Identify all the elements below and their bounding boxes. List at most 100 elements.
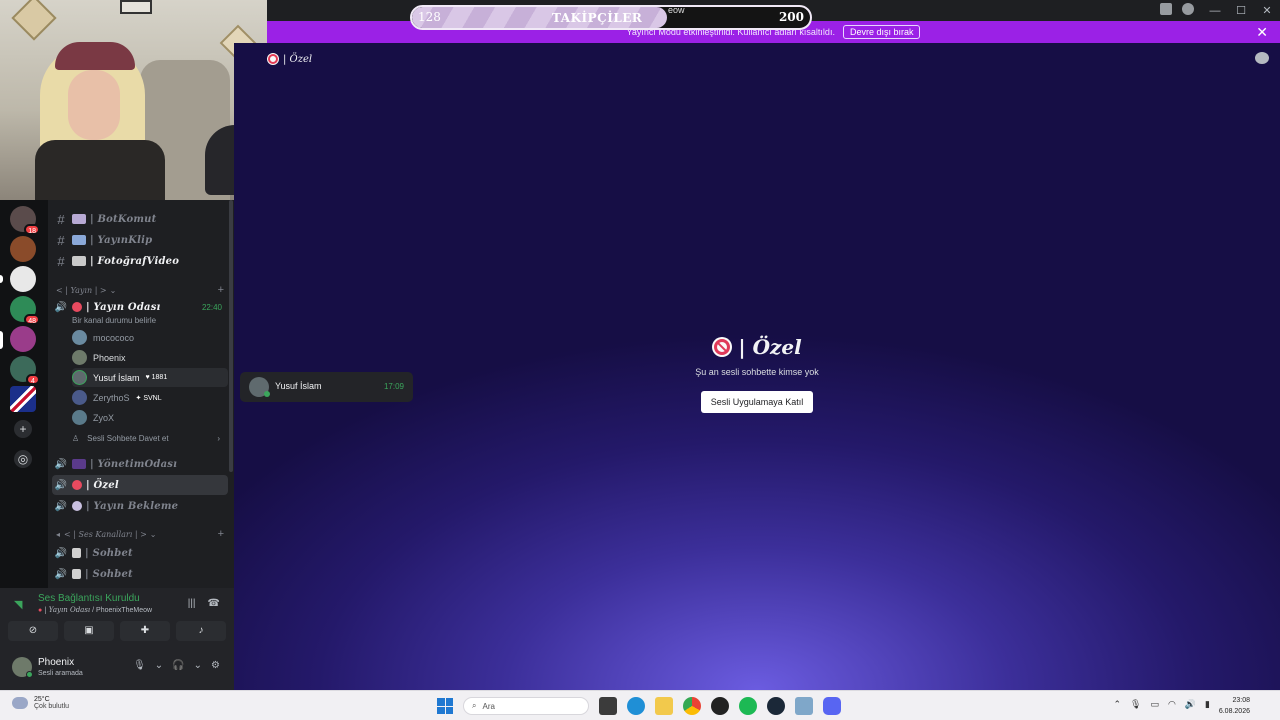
close-icon[interactable]: ✕ (1256, 24, 1268, 41)
obs-icon[interactable] (711, 697, 729, 715)
hash-icon: # (57, 211, 65, 227)
join-voice-button[interactable]: Sesli Uygulamaya Katıl (700, 391, 814, 413)
invite-to-voice[interactable]: ♙ Sesli Sohbete Davet et › (72, 430, 228, 446)
chevron-down-icon[interactable]: ⌄ (194, 660, 202, 671)
hover-card-time: 17:09 (383, 382, 404, 391)
voice-channel-yayin-odasi[interactable]: 🔊 | Yayın Odası 22:40 (52, 297, 228, 317)
battery-icon[interactable]: ▮ (1205, 699, 1210, 710)
voice-channel[interactable]: 🔊 | Sohbet (52, 543, 228, 563)
voice-status[interactable]: Ses Bağlantısı Kuruldu (38, 593, 140, 604)
chevron-up-icon[interactable]: ⌃ (1113, 699, 1121, 710)
disconnect-icon[interactable]: ☎ (208, 598, 220, 609)
help-icon[interactable] (1182, 3, 1194, 15)
discord-icon[interactable] (823, 697, 841, 715)
uk-flag-server-icon[interactable] (10, 386, 36, 412)
chevron-right-icon: › (217, 433, 220, 443)
text-channel[interactable]: # | FotoğrafVideo (52, 251, 228, 271)
voice-user[interactable]: mocococo (72, 328, 228, 347)
voice-user[interactable]: Phoenix (72, 348, 228, 367)
category-yayin[interactable]: < | Yayın | > ⌄ + (56, 282, 228, 298)
server-icon[interactable]: 4 (10, 356, 40, 385)
taskbar-clock[interactable]: 23:08 6.08.2026 (1219, 695, 1250, 717)
text-channel[interactable]: # | YayınKlip (52, 230, 228, 250)
speaker-icon: 🔊 (54, 479, 68, 491)
inbox-icon[interactable] (1160, 3, 1172, 15)
voice-channel-ozel[interactable]: 🔊 | Özel (52, 475, 228, 495)
voice-panel-actions: ||| ☎ (188, 598, 220, 609)
speaker-emoji-icon (72, 569, 81, 579)
activities-button[interactable]: ✚ (120, 621, 170, 641)
task-view-icon[interactable] (599, 697, 617, 715)
speaker-emoji-icon (72, 548, 81, 558)
hover-card-name: Yusuf İslam (275, 381, 322, 391)
wall-frame (11, 0, 57, 41)
server-icon[interactable] (10, 326, 36, 352)
speaker-icon: ◂ (56, 529, 61, 539)
explore-icon[interactable]: ◎ (14, 450, 32, 468)
server-icon[interactable]: 18 (10, 206, 40, 235)
chevron-down-icon[interactable]: ⌄ (155, 660, 163, 671)
settings-app-icon[interactable] (795, 697, 813, 715)
text-channel[interactable]: # | BotKomut (52, 209, 228, 229)
streamer-face (68, 70, 120, 140)
title-bar-icons (1160, 3, 1194, 15)
server-icon[interactable] (10, 236, 36, 262)
display-icon[interactable]: ▭ (1150, 699, 1159, 710)
avatar (72, 390, 87, 405)
channel-sidebar: # | BotKomut # | YayınKlip # | FotoğrafV… (48, 200, 234, 588)
chevron-down-icon: ⌄ (149, 529, 157, 539)
close-window-button[interactable]: ✕ (1254, 4, 1280, 17)
hash-icon: # (57, 232, 65, 248)
chrome-icon[interactable] (683, 697, 701, 715)
weather-widget[interactable]: 25°C Çok bulutlu (12, 696, 69, 710)
noise-suppression-icon[interactable]: ||| (188, 598, 196, 609)
maximize-button[interactable]: ☐ (1228, 4, 1254, 17)
volume-icon[interactable]: 🔊 (1185, 699, 1196, 710)
no-entry-icon (72, 480, 82, 490)
file-explorer-icon[interactable] (655, 697, 673, 715)
camera-off-button[interactable]: ⊘ (8, 621, 58, 641)
mention-badge: 18 (24, 224, 40, 235)
system-tray: ⌃ 🎙 ▭ ◠ 🔊 ▮ (1113, 699, 1210, 710)
spotify-icon[interactable] (739, 697, 757, 715)
microphone-icon[interactable]: 🎙 (133, 660, 146, 671)
steam-icon[interactable] (767, 697, 785, 715)
windows-start-icon[interactable] (437, 698, 453, 714)
signal-icon[interactable]: ◥ (14, 598, 28, 611)
taskbar-search[interactable]: ⌕ Ara (463, 697, 589, 715)
server-icon[interactable] (10, 266, 36, 292)
speaker-icon: 🔊 (54, 458, 68, 470)
screen-share-button[interactable]: ▣ (64, 621, 114, 641)
voice-user[interactable]: Yusuf İslam ♥ 1881 (72, 368, 228, 387)
microphone-icon[interactable]: 🎙 (1130, 699, 1141, 710)
online-status-dot (264, 391, 270, 397)
voice-channel[interactable]: 🔊 | Yayın Bekleme (52, 496, 228, 516)
user-controls: 🎙 ⌄ 🎧 ⌄ ⚙ (133, 660, 220, 671)
voice-user[interactable]: ZyoX (72, 408, 228, 427)
avatar (72, 410, 87, 425)
minimize-button[interactable]: — (1202, 5, 1228, 17)
voice-channel[interactable]: 🔊 | Sohbet (52, 564, 228, 584)
username[interactable]: Phoenix (38, 657, 74, 668)
soundboard-button[interactable]: ♪ (176, 621, 226, 641)
category-ses-kanallari[interactable]: ◂ < | Ses Kanalları | > ⌄ + (56, 526, 228, 542)
follower-goal-bar: 128 TAKİPÇİLER 200 (410, 5, 812, 30)
voice-user[interactable]: ZerythoS ✦ SVNL (72, 388, 228, 407)
server-icon[interactable]: 48 (10, 296, 40, 325)
add-channel-icon[interactable]: + (218, 284, 224, 296)
cloud-icon (12, 697, 28, 709)
edge-icon[interactable] (627, 697, 645, 715)
voice-location[interactable]: ● | Yayın Odası / PhoenixTheMeow (38, 606, 152, 614)
headphones-icon[interactable]: 🎧 (172, 660, 184, 671)
chat-icon[interactable] (1255, 52, 1269, 64)
user-tag: ✦ SVNL (135, 394, 162, 402)
gear-icon[interactable]: ⚙ (211, 660, 220, 671)
disable-streamer-mode-button[interactable]: Devre dışı bırak (842, 25, 921, 39)
channel-status-prompt[interactable]: Bir kanal durumu belirle (72, 316, 156, 325)
circle-icon (72, 501, 82, 511)
voice-channel[interactable]: 🔊 | YönetimOdası (52, 454, 228, 474)
sidebar-scrollbar[interactable] (229, 200, 233, 472)
add-server-icon[interactable]: + (14, 420, 32, 438)
add-channel-icon[interactable]: + (218, 528, 224, 540)
wifi-icon[interactable]: ◠ (1168, 699, 1176, 710)
